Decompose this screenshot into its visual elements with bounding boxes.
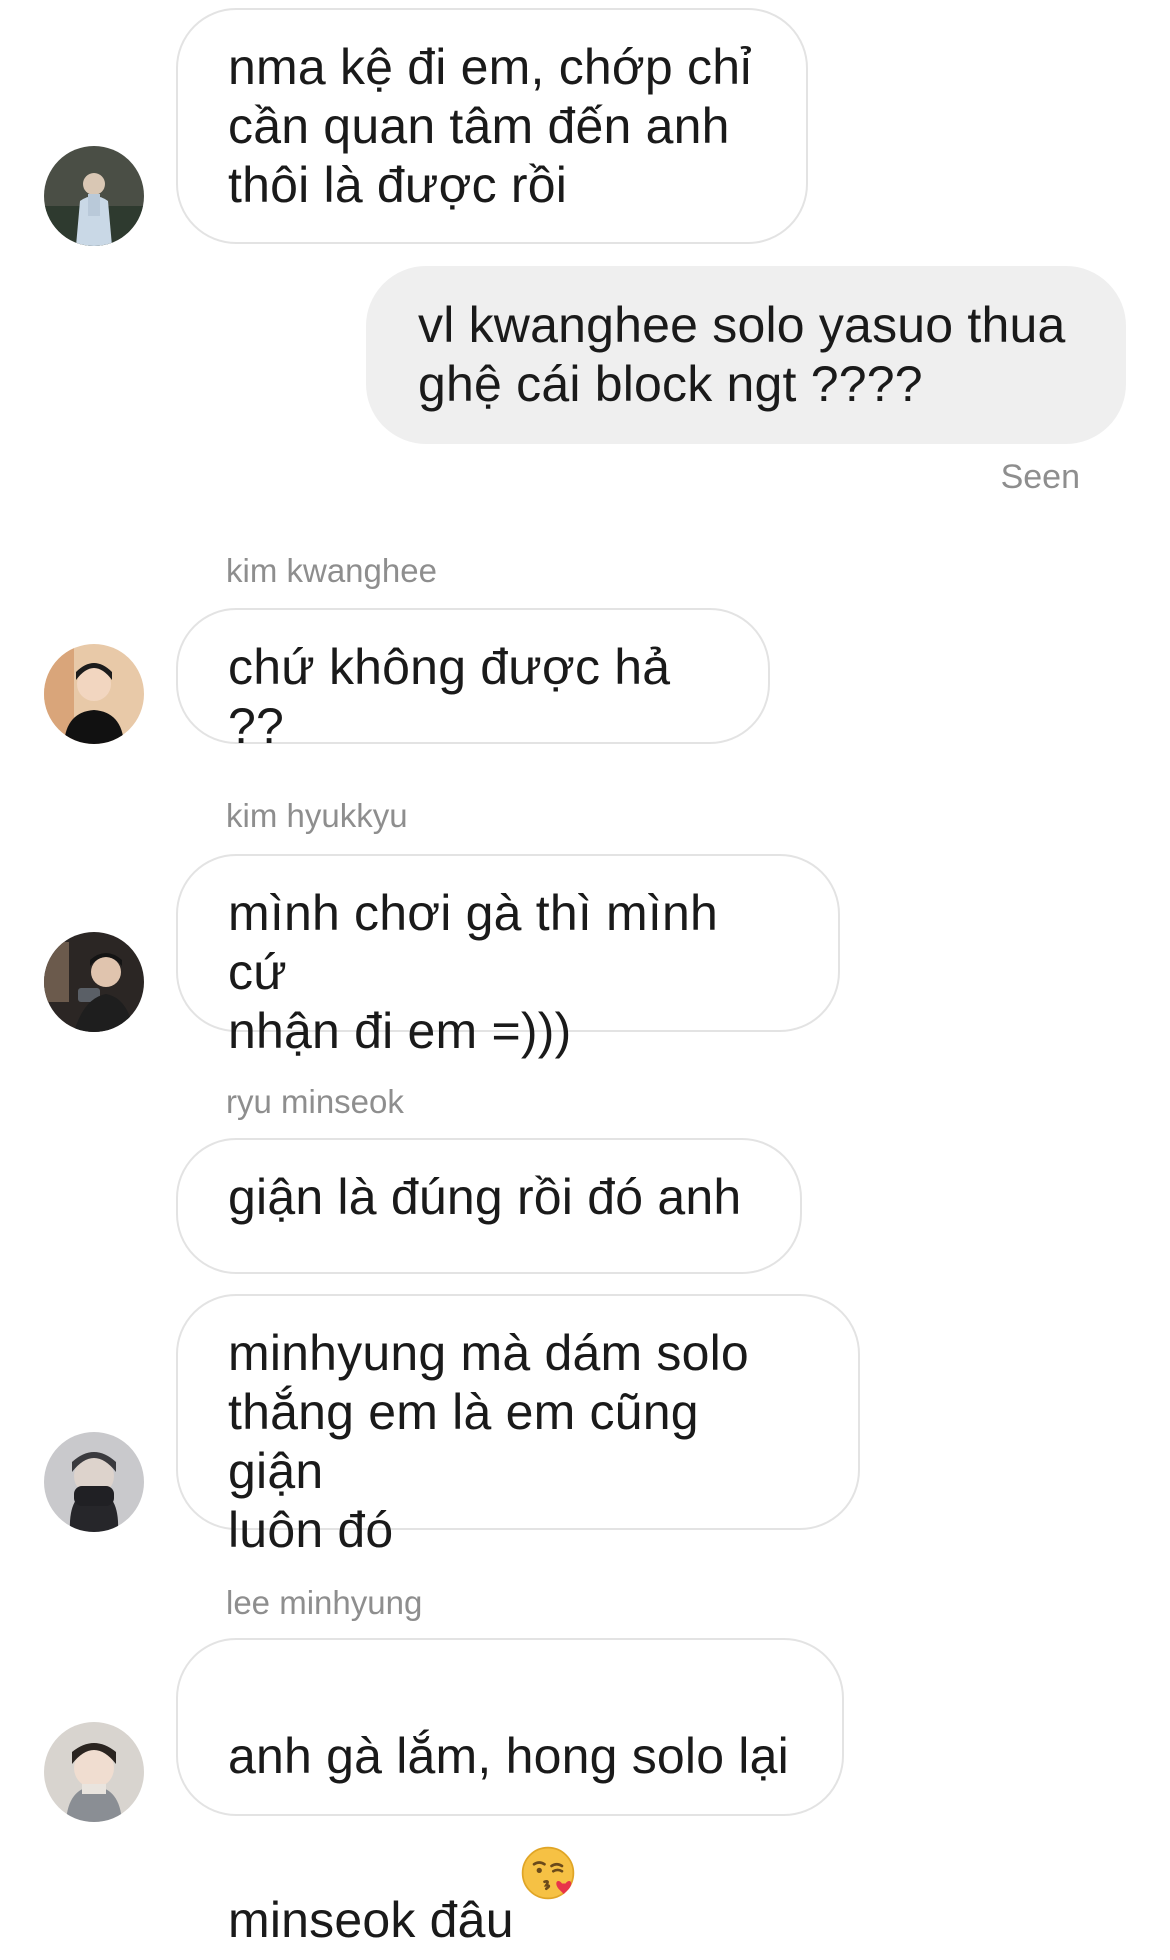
sender-name: kim kwanghee <box>226 552 437 589</box>
message-bubble-received[interactable]: minhyung mà dám solo thắng em là em cũng… <box>176 1294 860 1558</box>
profile-photo-icon <box>44 932 144 1032</box>
profile-photo-icon <box>44 1722 144 1822</box>
message-bubble-received[interactable]: chứ không được hả ?? <box>176 608 770 754</box>
message-bubble-sent[interactable]: vl kwanghee solo yasuo thua ghệ cái bloc… <box>366 266 1126 444</box>
face-blowing-kiss-emoji-icon <box>520 1786 576 1900</box>
avatar[interactable] <box>44 146 144 246</box>
avatar[interactable] <box>44 932 144 1032</box>
profile-photo-icon <box>44 1432 144 1532</box>
sender-name: lee minhyung <box>226 1584 423 1621</box>
profile-photo-icon <box>44 146 144 246</box>
profile-photo-icon <box>44 644 144 744</box>
message-bubble-received[interactable]: giận là đúng rồi đó anh <box>176 1138 802 1274</box>
message-bubble-received[interactable]: nma kệ đi em, chớp chỉ cần quan tâm đến … <box>176 8 808 244</box>
seen-status: Seen <box>1000 458 1080 496</box>
sender-name: ryu minseok <box>226 1083 404 1120</box>
message-text: anh gà lắm, hong solo lại minseok đâu <box>228 1728 789 1948</box>
avatar[interactable] <box>44 1432 144 1532</box>
message-bubble-received[interactable]: mình chơi gà thì mình cứ nhận đi em =))) <box>176 854 840 1059</box>
avatar[interactable] <box>44 1722 144 1822</box>
sender-name: kim hyukkyu <box>226 797 408 834</box>
message-bubble-received[interactable]: anh gà lắm, hong solo lại minseok đâu <box>176 1638 844 1948</box>
avatar[interactable] <box>44 644 144 744</box>
